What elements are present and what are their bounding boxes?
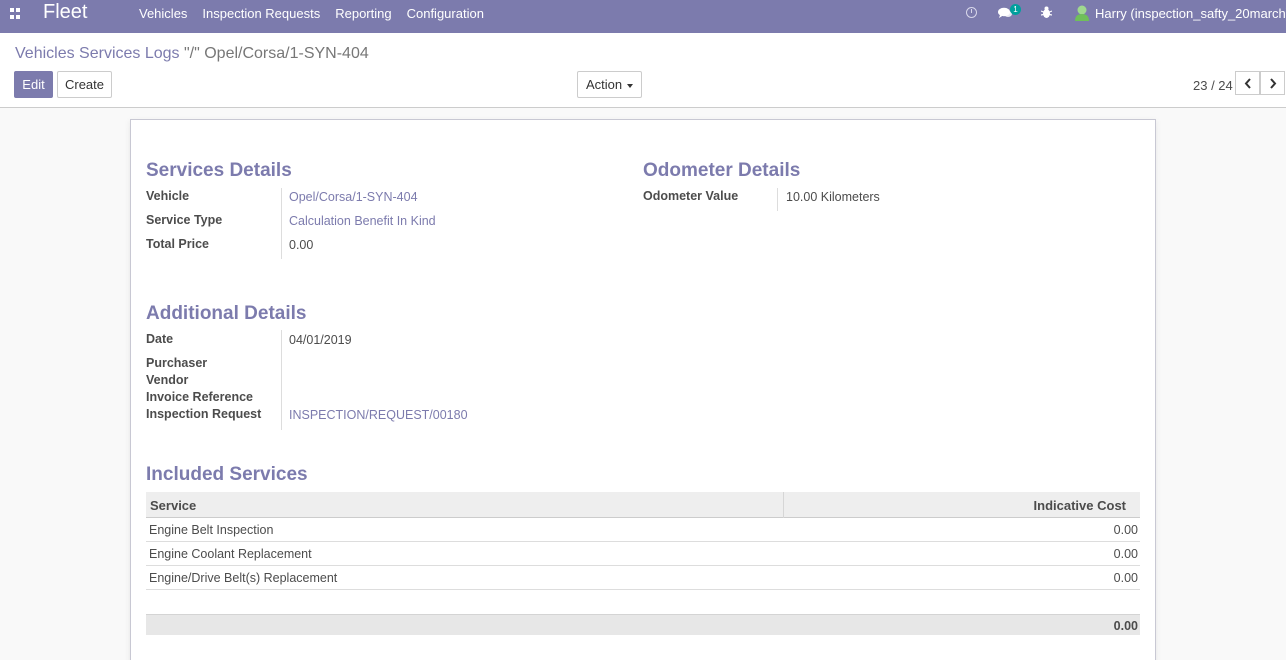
chevron-right-icon — [1269, 77, 1276, 89]
messages-badge: 1 — [1010, 4, 1021, 15]
row-service: Engine/Drive Belt(s) Replacement — [149, 571, 338, 585]
row-cost: 0.00 — [1113, 571, 1138, 585]
user-avatar-icon[interactable] — [1075, 5, 1089, 21]
chevron-left-icon — [1244, 77, 1251, 89]
edit-button[interactable]: Edit — [14, 71, 53, 98]
date-value: 04/01/2019 — [289, 333, 352, 347]
column-service[interactable]: Service — [150, 498, 196, 513]
apps-menu-icon[interactable] — [10, 8, 21, 19]
inspection-request-label: Inspection Request — [146, 407, 262, 421]
service-type-link[interactable]: Calculation Benefit In Kind — [289, 214, 436, 228]
action-label: Action — [586, 77, 623, 92]
vehicle-label: Vehicle — [146, 189, 190, 203]
table-row[interactable]: Engine/Drive Belt(s) Replacement 0.00 — [146, 566, 1140, 590]
additional-details-title: Additional Details — [146, 303, 307, 324]
odometer-divider — [777, 188, 778, 211]
control-panel: Vehicles Services Logs "/" Opel/Corsa/1-… — [0, 33, 1286, 108]
action-dropdown[interactable]: Action — [577, 71, 642, 98]
create-button[interactable]: Create — [57, 71, 112, 98]
column-indicative-cost[interactable]: Indicative Cost — [1034, 498, 1126, 513]
services-table-header: Service Indicative Cost — [146, 492, 1140, 518]
inspection-request-link[interactable]: INSPECTION/REQUEST/00180 — [289, 408, 468, 422]
form-sheet: Services Details Vehicle Opel/Corsa/1-SY… — [130, 119, 1156, 660]
breadcrumb-current: "/" Opel/Corsa/1-SYN-404 — [183, 45, 369, 62]
breadcrumb-parent[interactable]: Vehicles Services Logs — [15, 45, 180, 62]
services-table-footer: 0.00 — [146, 614, 1140, 635]
pager-previous-button[interactable] — [1235, 71, 1260, 95]
pager-next-button[interactable] — [1260, 71, 1285, 95]
pager-value: 23 / 24 — [1193, 78, 1233, 93]
vendor-label: Vendor — [146, 373, 189, 387]
row-cost: 0.00 — [1113, 523, 1138, 537]
service-type-label: Service Type — [146, 213, 223, 227]
purchaser-label: Purchaser — [146, 356, 208, 370]
total-price-value: 0.00 — [289, 238, 314, 252]
activity-clock-icon[interactable] — [966, 7, 977, 18]
odometer-unit: Kilometers — [820, 190, 880, 204]
user-menu[interactable]: Harry (inspection_safty_20march) — [1095, 6, 1286, 21]
odometer-details-title: Odometer Details — [643, 160, 801, 181]
table-row[interactable]: Engine Belt Inspection 0.00 — [146, 518, 1140, 542]
date-label: Date — [146, 332, 174, 346]
menu-configuration[interactable]: Configuration — [407, 6, 484, 21]
chevron-down-icon — [627, 83, 634, 88]
odometer-label: Odometer Value — [643, 189, 739, 203]
menu-inspection-requests[interactable]: Inspection Requests — [202, 6, 320, 21]
additional-divider — [281, 330, 282, 430]
debug-bug-icon[interactable] — [1041, 6, 1052, 19]
column-divider — [783, 492, 784, 518]
row-cost: 0.00 — [1113, 547, 1138, 561]
breadcrumb: Vehicles Services Logs "/" Opel/Corsa/1-… — [15, 45, 369, 63]
top-navbar: Fleet Vehicles Inspection Requests Reporti… — [0, 0, 1286, 33]
invoice-reference-label: Invoice Reference — [146, 390, 253, 404]
app-brand[interactable]: Fleet — [43, 1, 87, 24]
menu-vehicles[interactable]: Vehicles — [139, 6, 187, 21]
services-divider — [281, 188, 282, 259]
vehicle-link[interactable]: Opel/Corsa/1-SYN-404 — [289, 190, 418, 204]
odometer-value: 10.00 Kilometers — [786, 190, 880, 204]
row-service: Engine Coolant Replacement — [149, 547, 312, 561]
menu-reporting[interactable]: Reporting — [335, 6, 391, 21]
services-total: 0.00 — [1113, 619, 1138, 633]
row-service: Engine Belt Inspection — [149, 523, 274, 537]
user-name: Harry (inspection_safty_20march) — [1095, 6, 1286, 21]
included-services-title: Included Services — [146, 464, 308, 485]
main-menu: Vehicles Inspection Requests Reporting Conf… — [139, 6, 499, 21]
services-details-title: Services Details — [146, 160, 292, 181]
total-price-label: Total Price — [146, 237, 209, 251]
odometer-number: 10.00 — [786, 190, 818, 204]
table-row[interactable]: Engine Coolant Replacement 0.00 — [146, 542, 1140, 566]
